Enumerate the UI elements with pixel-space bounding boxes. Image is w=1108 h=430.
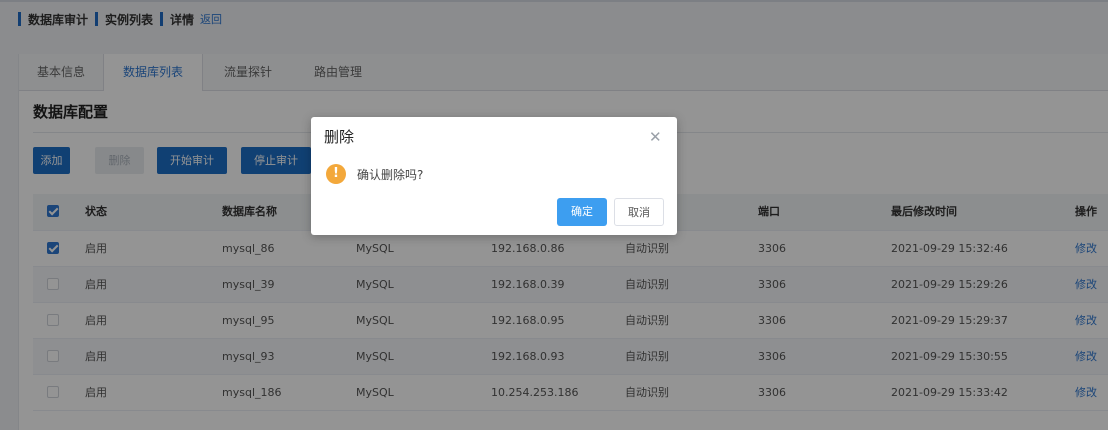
dialog-title: 删除	[324, 128, 355, 146]
delete-dialog: 删除 ✕ ! 确认删除吗? 确定 取消	[311, 117, 677, 235]
cancel-button[interactable]: 取消	[614, 198, 664, 226]
confirm-button[interactable]: 确定	[557, 198, 607, 226]
dialog-message: 确认删除吗?	[357, 168, 424, 182]
warning-icon: !	[326, 164, 346, 184]
close-icon[interactable]: ✕	[649, 129, 662, 145]
